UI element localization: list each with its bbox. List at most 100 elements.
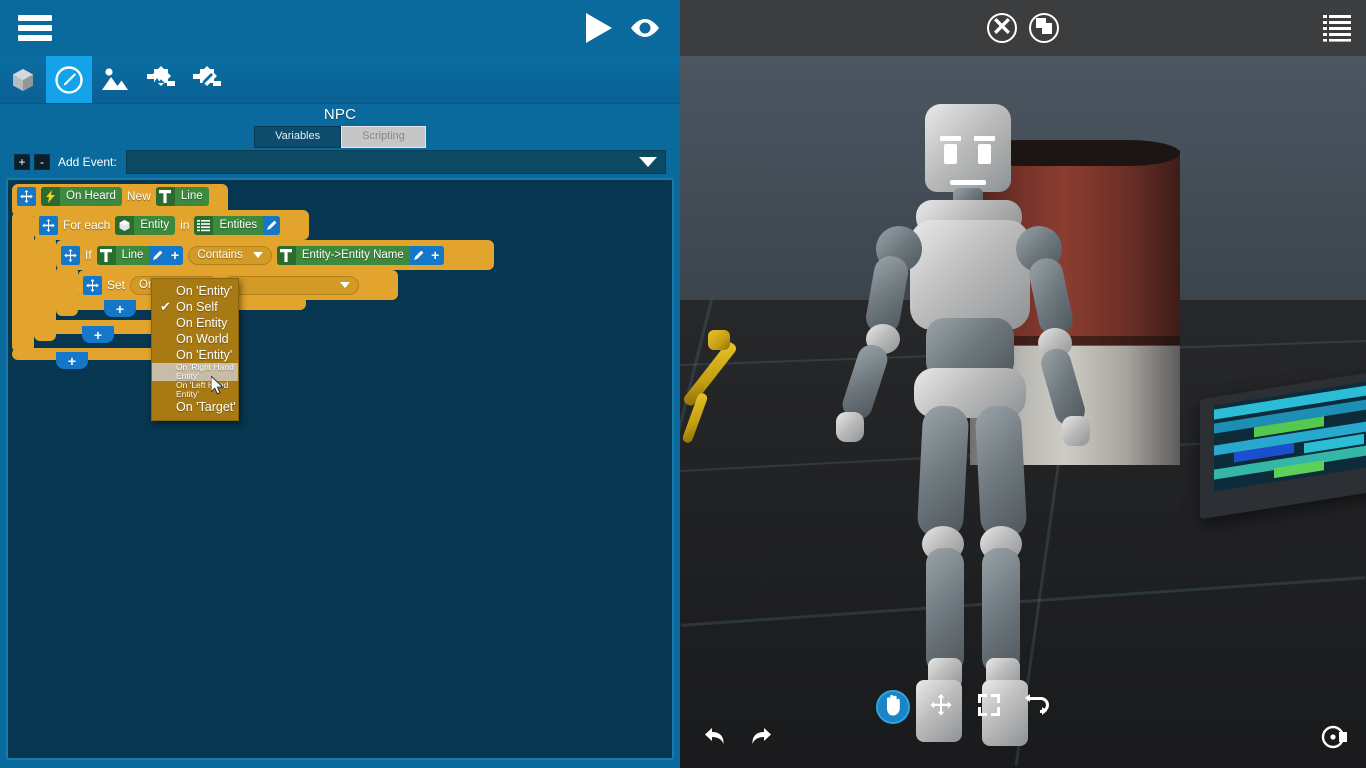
if-right-chip[interactable]: Entity->Entity Name + [276,245,444,265]
if-left-label: Line [121,249,144,261]
chevron-down-icon [252,252,263,258]
robot-thigh-right [974,404,1028,540]
add-event-plus-button[interactable]: + [14,154,30,170]
editor-panel: NPC Variables Scripting + - Add Event: O… [0,0,680,768]
foreach-item-label: Entity [140,219,170,231]
robot-brow-right [974,136,995,141]
foreach-block[interactable]: For each Entity in Entities [34,210,309,240]
foreach-item-chip[interactable]: Entity [115,215,176,235]
menu-item-on-self[interactable]: ✔ On Self [152,299,238,315]
menu-item-on-right-hand-entity[interactable]: On 'Right Hand Entity' [152,363,238,381]
event-block-header: On Heard New Line [12,184,228,208]
move-handle-icon[interactable] [83,275,102,295]
move-tool[interactable] [924,690,958,724]
hand-icon [883,694,903,721]
set-target-menu[interactable]: On 'Entity' ✔ On Self On Entity On World… [151,278,239,421]
page-title: NPC [323,106,357,123]
gear-pencil-icon [192,65,222,95]
text-type-icon [276,245,296,265]
chevron-down-icon [340,282,351,288]
foreach-in-label: in [180,218,190,232]
object-tabs: Variables Scripting [254,126,426,148]
set-value-dropdown[interactable] [223,275,360,295]
scene-tool[interactable] [92,56,138,103]
settings-scene-tool[interactable] [138,56,184,103]
duplicate-button[interactable] [1029,13,1059,43]
duplicate-circle-icon [1036,17,1052,39]
event-trigger-label: On Heard [66,190,116,202]
undo-redo-group [702,725,774,756]
add-event-select[interactable] [125,150,666,174]
menu-item-on-entity-3[interactable]: On 'Entity' [152,347,238,363]
list-icon [194,215,214,235]
add-statement-level-3[interactable]: + [82,326,114,343]
hamburger-menu-icon[interactable] [18,15,52,41]
rotate-tool[interactable] [1020,690,1054,724]
event-value-label: Line [180,190,203,202]
cube-icon [9,66,37,94]
image-icon [100,66,130,94]
robot-forearm-left [838,341,892,423]
console-object [1200,370,1366,520]
script-canvas[interactable]: On Heard New Line For each Entity in Ent… [6,178,674,760]
pan-tool[interactable] [876,690,910,724]
list-panel-icon[interactable] [1322,13,1352,48]
eye-icon[interactable] [628,15,662,41]
check-icon: ✔ [160,299,171,314]
menu-item-on-left-hand-entity[interactable]: On 'Left Hand Entity' [152,381,238,399]
add-statement-level-2[interactable]: + [56,352,88,369]
pencil-icon[interactable] [409,245,427,265]
set-label: Set [107,278,126,292]
camera-settings-icon[interactable] [1320,723,1348,756]
robot-chest [910,220,1030,330]
foreach-list-chip[interactable]: Entities [194,215,281,235]
lightning-bolt-icon [41,186,60,206]
application-window: NPC Variables Scripting + - Add Event: O… [0,0,1366,768]
settings-edit-tool[interactable] [184,56,230,103]
add-event-minus-button[interactable]: - [34,154,50,170]
mouse-cursor-icon [210,374,225,401]
move-handle-icon[interactable] [39,215,58,235]
robot-shin-left [926,548,964,674]
tab-variables[interactable]: Variables [254,126,342,148]
plus-icon[interactable]: + [166,245,184,265]
undo-icon[interactable] [702,725,730,756]
header-actions [586,13,662,43]
event-trigger-chip[interactable]: On Heard [41,186,122,206]
if-left-chip[interactable]: Line + [96,245,184,265]
foreach-block-header: For each Entity in Entities [34,213,309,237]
if-operator-label: Contains [197,249,243,261]
robot-thigh-left [916,404,970,540]
cube-icon [115,215,135,235]
pencil-icon[interactable] [149,245,167,265]
menu-item-on-entity-2[interactable]: On Entity [152,315,238,331]
redo-icon[interactable] [746,725,774,756]
event-mid-label: New [126,189,151,203]
if-operator-dropdown[interactable]: Contains [188,245,272,265]
pencil-icon[interactable] [263,215,281,235]
add-event-row: + - Add Event: [0,148,680,176]
objects-tool[interactable] [0,56,46,103]
event-value-chip[interactable]: Line [155,186,209,206]
close-circle-icon [994,17,1010,39]
move-handle-icon[interactable] [61,245,80,265]
tab-scripting[interactable]: Scripting [341,126,426,148]
viewport-3d[interactable] [680,0,1366,768]
close-button[interactable] [987,13,1017,43]
robot-mouth [950,180,986,185]
robot-eye-left [944,144,957,164]
add-statement-level-4[interactable]: + [104,300,136,317]
scale-tool[interactable] [972,690,1006,724]
menu-item-on-target[interactable]: On 'Target' [152,399,238,415]
if-block[interactable]: If Line + Contains Entity->Entity Name + [56,240,494,270]
menu-item-on-entity-1[interactable]: On 'Entity' [152,283,238,299]
menu-item-on-world[interactable]: On World [152,331,238,347]
robot-character[interactable] [810,96,1170,756]
tool-strip [0,56,680,104]
move-handle-icon[interactable] [17,186,36,206]
plus-icon[interactable]: + [426,245,444,265]
edit-tool[interactable] [46,56,92,103]
chevron-down-icon [639,157,657,167]
play-icon[interactable] [586,13,612,43]
rotate-loop-icon [1025,693,1049,721]
